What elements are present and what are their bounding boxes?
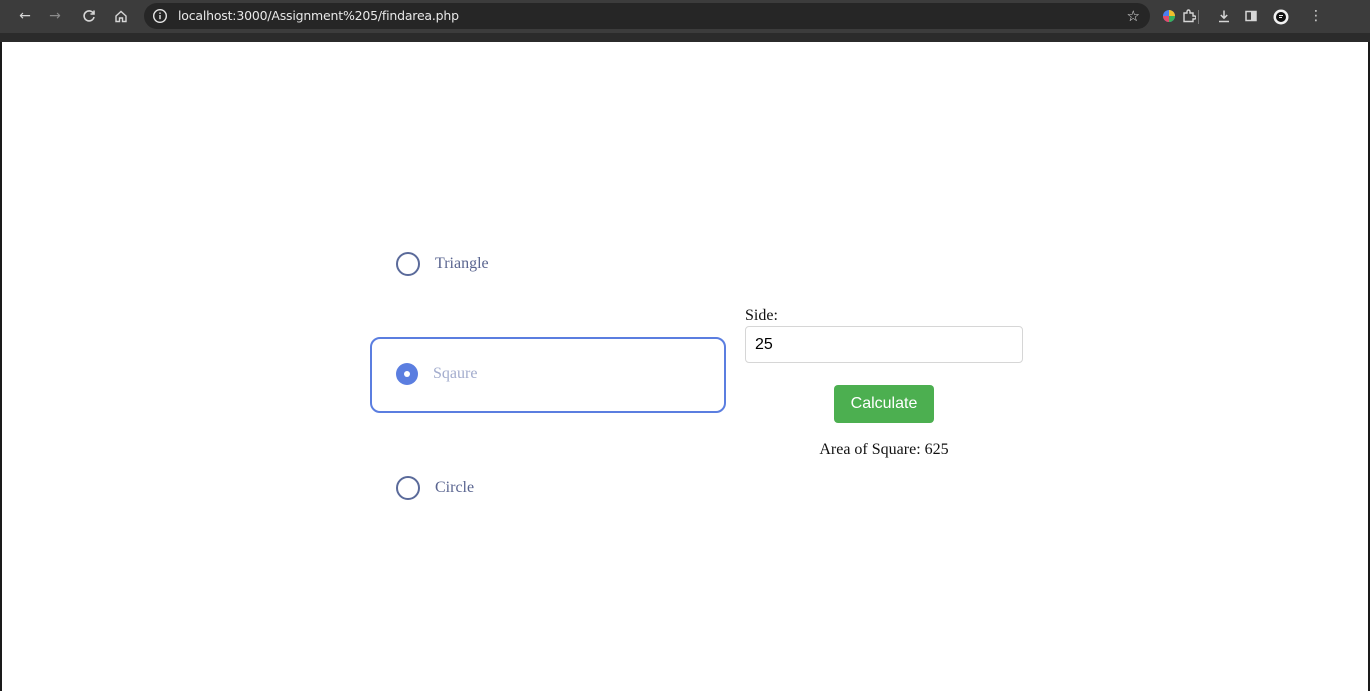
calculate-button[interactable]: Calculate — [834, 385, 934, 423]
site-info-icon[interactable] — [152, 8, 168, 24]
menu-kebab-icon[interactable]: ⋮ — [1305, 5, 1327, 27]
radio-label-triangle: Triangle — [435, 255, 489, 272]
url-text[interactable]: localhost:3000/Assignment%205/findarea.p… — [178, 3, 459, 29]
side-input[interactable] — [745, 326, 1023, 363]
radio-option-circle[interactable]: Circle — [396, 476, 474, 500]
color-extension-icon[interactable] — [1158, 5, 1180, 27]
radio-unchecked-icon[interactable] — [396, 476, 420, 500]
address-bar[interactable]: localhost:3000/Assignment%205/findarea.p… — [144, 3, 1150, 29]
radio-checked-icon[interactable] — [396, 363, 418, 385]
toolbar-divider — [1198, 10, 1199, 24]
radio-unchecked-icon[interactable] — [396, 252, 420, 276]
profile-avatar-icon[interactable] — [1270, 5, 1292, 27]
radio-option-square[interactable]: Sqaure — [396, 363, 477, 385]
radio-option-triangle[interactable]: Triangle — [396, 252, 489, 276]
browser-toolbar: ← → localhost:3000/Assignment%205/findar… — [0, 0, 1370, 42]
reload-icon[interactable] — [78, 5, 100, 27]
area-result: Area of Square: 625 — [819, 441, 949, 458]
radio-label-square: Sqaure — [433, 365, 478, 382]
home-icon[interactable] — [110, 5, 132, 27]
forward-arrow-icon[interactable]: → — [44, 5, 66, 27]
extensions-puzzle-icon[interactable] — [1178, 5, 1200, 27]
download-icon[interactable] — [1213, 5, 1235, 27]
side-panel-icon[interactable] — [1240, 5, 1262, 27]
radio-label-circle: Circle — [435, 479, 475, 496]
side-label: Side: — [745, 307, 778, 324]
back-arrow-icon[interactable]: ← — [14, 5, 36, 27]
bookmark-star-icon[interactable]: ☆ — [1127, 5, 1140, 27]
